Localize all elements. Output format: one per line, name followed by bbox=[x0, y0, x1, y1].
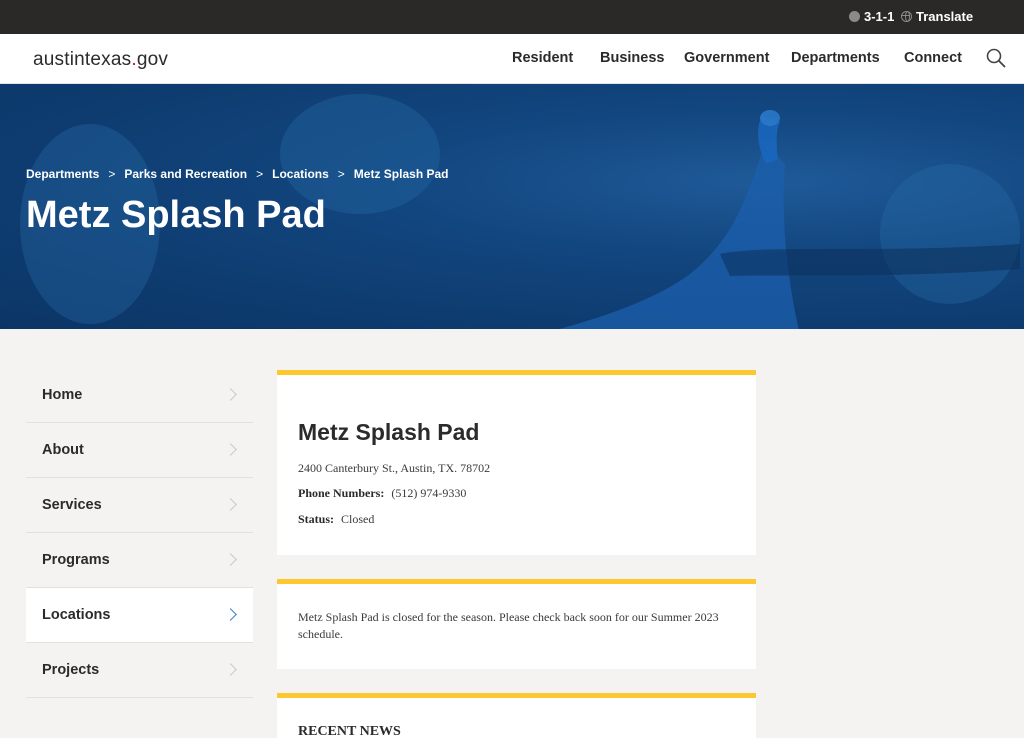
location-status-row: Status: Closed bbox=[298, 512, 374, 527]
location-address: 2400 Canterbury St., Austin, TX. 78702 bbox=[298, 461, 491, 475]
news-card: RECENT NEWS bbox=[277, 693, 756, 738]
utility-bar: 3-1-1 Translate bbox=[0, 0, 1024, 34]
site-header: austintexas.gov Resident Business Govern… bbox=[0, 34, 1024, 84]
globe-icon bbox=[901, 11, 912, 22]
recent-news-heading: RECENT NEWS bbox=[298, 724, 401, 738]
location-title: Metz Splash Pad bbox=[298, 419, 480, 445]
chevron-right-icon bbox=[224, 498, 237, 511]
status-label: Status: bbox=[298, 512, 335, 526]
nav-connect[interactable]: Connect bbox=[904, 50, 962, 66]
nav-departments[interactable]: Departments bbox=[791, 50, 880, 66]
logo-tld: gov bbox=[136, 49, 169, 70]
search-icon[interactable] bbox=[986, 48, 1006, 68]
breadcrumb-separator: > bbox=[108, 167, 116, 181]
nav-resident[interactable]: Resident bbox=[512, 50, 573, 66]
phone-311-label: 3-1-1 bbox=[864, 9, 895, 24]
peacock-image bbox=[559, 110, 1020, 329]
nav-government[interactable]: Government bbox=[684, 50, 769, 66]
breadcrumb: Departments > Parks and Recreation > Loc… bbox=[26, 167, 448, 181]
phone-label: Phone Numbers: bbox=[298, 486, 385, 500]
sidebar-item-programs[interactable]: Programs bbox=[26, 533, 253, 588]
phone-number[interactable]: (512) 974-9330 bbox=[391, 486, 466, 500]
breadcrumb-locations[interactable]: Locations bbox=[272, 167, 329, 181]
location-card: Metz Splash Pad 2400 Canterbury St., Aus… bbox=[277, 370, 756, 555]
notice-card: Metz Splash Pad is closed for the season… bbox=[277, 579, 756, 669]
nav-business[interactable]: Business bbox=[600, 50, 664, 66]
info-icon bbox=[849, 11, 860, 22]
sidebar-item-label: Locations bbox=[42, 607, 111, 623]
status-value: Closed bbox=[341, 512, 375, 526]
notice-text: Metz Splash Pad is closed for the season… bbox=[298, 610, 719, 641]
phone-311-link[interactable]: 3-1-1 bbox=[849, 9, 894, 24]
section-sidenav: Home About Services Programs Locations P… bbox=[26, 368, 253, 698]
breadcrumb-departments[interactable]: Departments bbox=[26, 167, 99, 181]
sidebar-item-label: Home bbox=[42, 387, 83, 403]
translate-link[interactable]: Translate bbox=[901, 9, 973, 24]
site-logo[interactable]: austintexas.gov bbox=[33, 49, 168, 71]
translate-label: Translate bbox=[916, 9, 974, 24]
chevron-right-icon bbox=[224, 388, 237, 401]
sidebar-item-label: Programs bbox=[42, 552, 110, 568]
chevron-right-icon bbox=[224, 443, 237, 456]
breadcrumb-current: Metz Splash Pad bbox=[353, 167, 449, 181]
sidebar-item-projects[interactable]: Projects bbox=[26, 643, 253, 698]
chevron-right-icon bbox=[224, 663, 237, 676]
sidebar-item-about[interactable]: About bbox=[26, 423, 253, 478]
chevron-right-icon bbox=[224, 553, 237, 566]
logo-name: austintexas bbox=[33, 49, 132, 70]
breadcrumb-parks[interactable]: Parks and Recreation bbox=[124, 167, 247, 181]
page-title: Metz Splash Pad bbox=[26, 194, 326, 236]
sidebar-item-services[interactable]: Services bbox=[26, 478, 253, 533]
breadcrumb-separator: > bbox=[256, 167, 264, 181]
location-phone-row: Phone Numbers: (512) 974-9330 bbox=[298, 486, 466, 501]
sidebar-item-label: Services bbox=[42, 497, 102, 513]
sidebar-item-locations[interactable]: Locations bbox=[26, 588, 253, 643]
breadcrumb-separator: > bbox=[337, 167, 345, 181]
chevron-right-icon bbox=[224, 608, 237, 621]
hero-banner: Departments > Parks and Recreation > Loc… bbox=[0, 84, 1024, 329]
sidebar-item-label: About bbox=[42, 442, 84, 458]
sidebar-item-home[interactable]: Home bbox=[26, 368, 253, 423]
sidebar-item-label: Projects bbox=[42, 662, 100, 678]
